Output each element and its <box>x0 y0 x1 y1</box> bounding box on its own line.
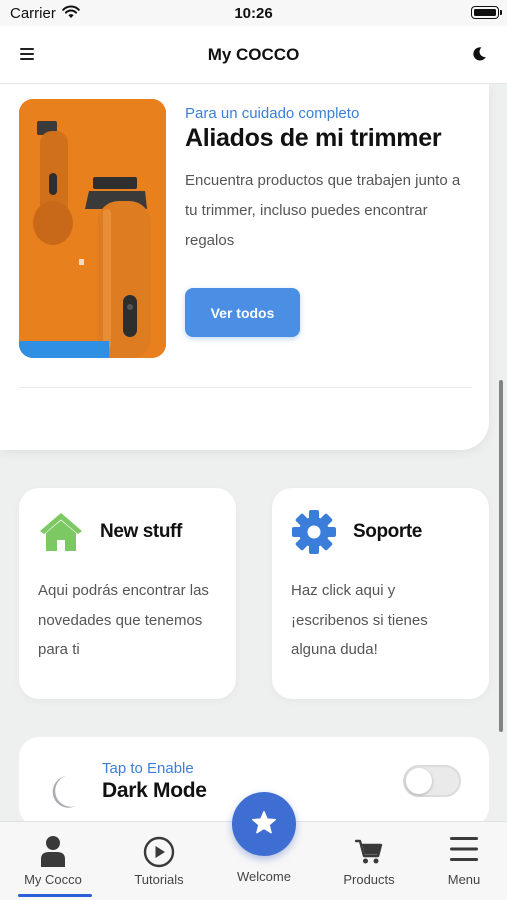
page-title: My COCCO <box>207 45 300 64</box>
support-card[interactable]: Soporte Haz click aqui y ¡escribenos si … <box>272 488 489 699</box>
trimmer-products-image <box>19 99 166 358</box>
user-icon <box>41 836 65 867</box>
gear-icon <box>292 510 336 554</box>
app-header: My COCCO <box>0 26 507 84</box>
tab-products[interactable]: Products <box>319 822 419 900</box>
dark-mode-hint: Tap to Enable <box>102 760 194 777</box>
support-title: Soporte <box>353 521 422 542</box>
toggle-knob <box>406 768 432 794</box>
scrollbar[interactable] <box>499 380 503 732</box>
hero-card: Para un cuidado completo Aliados de mi t… <box>0 84 489 450</box>
new-stuff-title: New stuff <box>100 521 182 542</box>
cart-icon <box>355 839 383 864</box>
clock: 10:26 <box>234 5 273 22</box>
hamburger-icon <box>450 837 478 861</box>
new-stuff-card[interactable]: New stuff Aqui podrás encontrar las nove… <box>19 488 236 699</box>
new-stuff-description: Aqui podrás encontrar las novedades que … <box>38 582 209 658</box>
hero-eyebrow: Para un cuidado completo <box>185 105 360 122</box>
dark-mode-toggle[interactable] <box>403 765 461 797</box>
tab-label: Tutorials <box>134 872 184 887</box>
battery-icon <box>471 6 502 19</box>
moon-icon <box>52 776 76 808</box>
tab-label: My Cocco <box>24 872 82 887</box>
view-all-button[interactable]: Ver todos <box>185 288 300 337</box>
dark-mode-title: Dark Mode <box>102 779 207 802</box>
divider <box>19 387 471 388</box>
play-circle-icon <box>143 836 175 868</box>
tab-label: Menu <box>447 872 481 887</box>
tab-tutorials[interactable]: Tutorials <box>109 822 209 900</box>
status-bar: Carrier 10:26 <box>0 0 507 26</box>
active-tab-indicator <box>18 894 92 897</box>
hero-title: Aliados de mi trimmer <box>185 124 442 152</box>
home-icon <box>40 513 82 551</box>
tab-menu[interactable]: Menu <box>414 822 507 900</box>
star-icon <box>252 810 276 834</box>
tab-label: Welcome <box>237 869 291 884</box>
moon-icon[interactable] <box>471 46 487 62</box>
welcome-button[interactable] <box>232 792 296 856</box>
hero-description: Encuentra productos que trabajen junto a… <box>185 172 461 249</box>
tab-my-cocco[interactable]: My Cocco <box>3 822 103 900</box>
tab-label: Products <box>343 872 395 887</box>
support-description: Haz click aqui y ¡escribenos si tienes a… <box>291 582 428 658</box>
hamburger-icon[interactable] <box>20 48 34 60</box>
